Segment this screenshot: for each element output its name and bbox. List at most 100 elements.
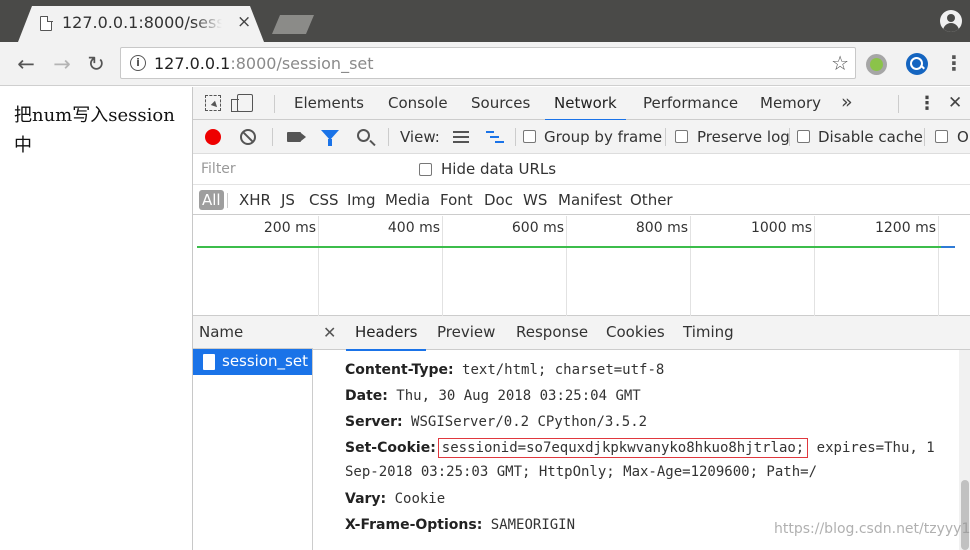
view-label: View: [400, 128, 440, 146]
header-set-cookie: Set-Cookie: sessionid=so7equxdjkpkwvanyko… [345, 438, 935, 458]
tab-performance[interactable]: Performance [643, 87, 738, 120]
preserve-log-checkbox[interactable] [675, 130, 688, 143]
hide-data-urls-label: Hide data URLs [441, 160, 557, 178]
browser-tab[interactable]: 127.0.0.1:8000/session_set × [18, 6, 264, 42]
browser-menu-icon[interactable]: ⋮ [944, 52, 964, 74]
close-details-icon[interactable]: ✕ [323, 316, 336, 349]
header-server: Server: WSGIServer/0.2 CPython/3.5.2 [345, 414, 648, 430]
resource-type-filters: All XHR JS CSS Img Media Font Doc WS Man… [193, 185, 970, 215]
document-icon [203, 354, 215, 370]
back-arrow-icon[interactable]: ← [12, 50, 40, 78]
request-list: Name session_set [193, 316, 313, 550]
browser-toolbar: ← → ↻ i 127.0.0.1:8000/session_set ☆ ⋮ [0, 42, 970, 86]
forward-arrow-icon[interactable]: → [48, 50, 76, 78]
divider [515, 128, 516, 146]
record-icon[interactable] [205, 129, 221, 145]
offline-label: O [957, 128, 969, 146]
tab-memory[interactable]: Memory [760, 87, 821, 120]
session-id-highlight: sessionid=so7equxdjkpkwvanyko8hkuo8hjtrl… [437, 438, 809, 458]
type-filter-font[interactable]: Font [437, 190, 476, 210]
type-filter-xhr[interactable]: XHR [236, 190, 274, 210]
disable-cache-checkbox[interactable] [797, 130, 810, 143]
name-column-header[interactable]: Name [193, 316, 313, 349]
filter-row: Hide data URLs [193, 154, 970, 185]
type-filter-all[interactable]: All [199, 190, 224, 210]
tab-console[interactable]: Console [388, 87, 448, 120]
header-vary: Vary: Cookie [345, 491, 446, 507]
response-headers: Content-Type: text/html; charset=utf-8 D… [313, 350, 970, 550]
timeline-load-bar [197, 246, 953, 248]
tab-headers[interactable]: Headers [345, 316, 427, 351]
page-icon [40, 15, 53, 31]
inspect-element-icon[interactable] [205, 95, 221, 111]
tab-response[interactable]: Response [516, 316, 588, 350]
type-filter-doc[interactable]: Doc [481, 190, 516, 210]
timeline-label: 1000 ms [750, 220, 812, 236]
hide-data-urls-checkbox[interactable] [419, 163, 432, 176]
divider [272, 128, 273, 146]
bookmark-star-icon[interactable]: ☆ [831, 51, 849, 75]
tab-network[interactable]: Network [545, 87, 626, 121]
new-tab-button[interactable] [272, 15, 314, 34]
extension-search-icon[interactable] [906, 53, 928, 75]
info-icon[interactable]: i [130, 55, 146, 71]
type-filter-ws[interactable]: WS [520, 190, 550, 210]
offline-checkbox[interactable] [935, 130, 948, 143]
type-filter-img[interactable]: Img [344, 190, 379, 210]
type-filter-js[interactable]: JS [278, 190, 298, 210]
type-filter-other[interactable]: Other [627, 190, 676, 210]
profile-icon[interactable] [940, 10, 962, 32]
address-bar[interactable]: i 127.0.0.1:8000/session_set ☆ [120, 47, 856, 79]
request-details: ✕ Headers Preview Response Cookies Timin… [313, 316, 970, 550]
reload-icon[interactable]: ↻ [82, 50, 110, 78]
header-date: Date: Thu, 30 Aug 2018 03:25:04 GMT [345, 388, 641, 404]
timeline-label: 400 ms [387, 220, 440, 236]
devtools-tab-bar: Elements Console Sources Network Perform… [193, 87, 970, 121]
divider [898, 95, 899, 113]
filter-icon[interactable] [321, 130, 339, 146]
details-scrollbar[interactable] [959, 350, 970, 550]
tab-elements[interactable]: Elements [294, 87, 364, 120]
type-filter-css[interactable]: CSS [306, 190, 342, 210]
devtools-menu-icon[interactable]: ⋮ [918, 87, 936, 120]
timeline-gridline [318, 216, 319, 316]
tab-close-icon[interactable]: × [237, 12, 251, 32]
screenshot-camera-icon[interactable] [287, 132, 306, 142]
more-tabs-icon[interactable]: » [841, 87, 853, 118]
search-icon[interactable] [357, 129, 370, 142]
tab-preview[interactable]: Preview [437, 316, 495, 350]
timeline-overview[interactable]: 200 ms 400 ms 600 ms 800 ms 1000 ms 1200… [193, 216, 970, 316]
waterfall-icon[interactable] [486, 131, 504, 143]
url-text[interactable]: 127.0.0.1:8000/session_set [154, 54, 374, 73]
tab-timing[interactable]: Timing [683, 316, 734, 350]
group-by-frame-checkbox[interactable] [523, 130, 536, 143]
divider [665, 128, 666, 146]
extension-status-icon[interactable] [866, 54, 887, 75]
tab-sources[interactable]: Sources [471, 87, 530, 120]
scroll-thumb[interactable] [961, 480, 969, 550]
header-set-cookie-continuation: Sep-2018 03:25:03 GMT; HttpOnly; Max-Age… [345, 464, 818, 480]
request-row[interactable]: session_set [193, 349, 312, 375]
device-toolbar-icon[interactable] [231, 94, 253, 112]
preserve-log-label: Preserve log [697, 128, 790, 146]
timeline-gridline [566, 216, 567, 316]
timeline-gridline [814, 216, 815, 316]
timeline-label: 1200 ms [874, 220, 936, 236]
type-filter-manifest[interactable]: Manifest [555, 190, 625, 210]
devtools-panel: Elements Console Sources Network Perform… [192, 87, 970, 550]
devtools-close-icon[interactable]: ✕ [948, 87, 962, 120]
watermark: https://blog.csdn.net/tzyyy1 [774, 521, 970, 537]
filter-input[interactable] [197, 157, 403, 181]
divider [924, 128, 925, 146]
large-rows-icon[interactable] [453, 131, 469, 143]
tab-cookies[interactable]: Cookies [606, 316, 665, 350]
timeline-gridline [690, 216, 691, 316]
disable-cache-label: Disable cache [818, 128, 923, 146]
timeline-gridline [442, 216, 443, 316]
timeline-label: 200 ms [263, 220, 316, 236]
clear-icon[interactable] [240, 129, 256, 145]
page-text: 把num写入session中 [14, 105, 175, 156]
header-x-frame-options: X-Frame-Options: SAMEORIGIN [345, 517, 576, 533]
type-filter-media[interactable]: Media [382, 190, 433, 210]
header-content-type: Content-Type: text/html; charset=utf-8 [345, 362, 665, 378]
